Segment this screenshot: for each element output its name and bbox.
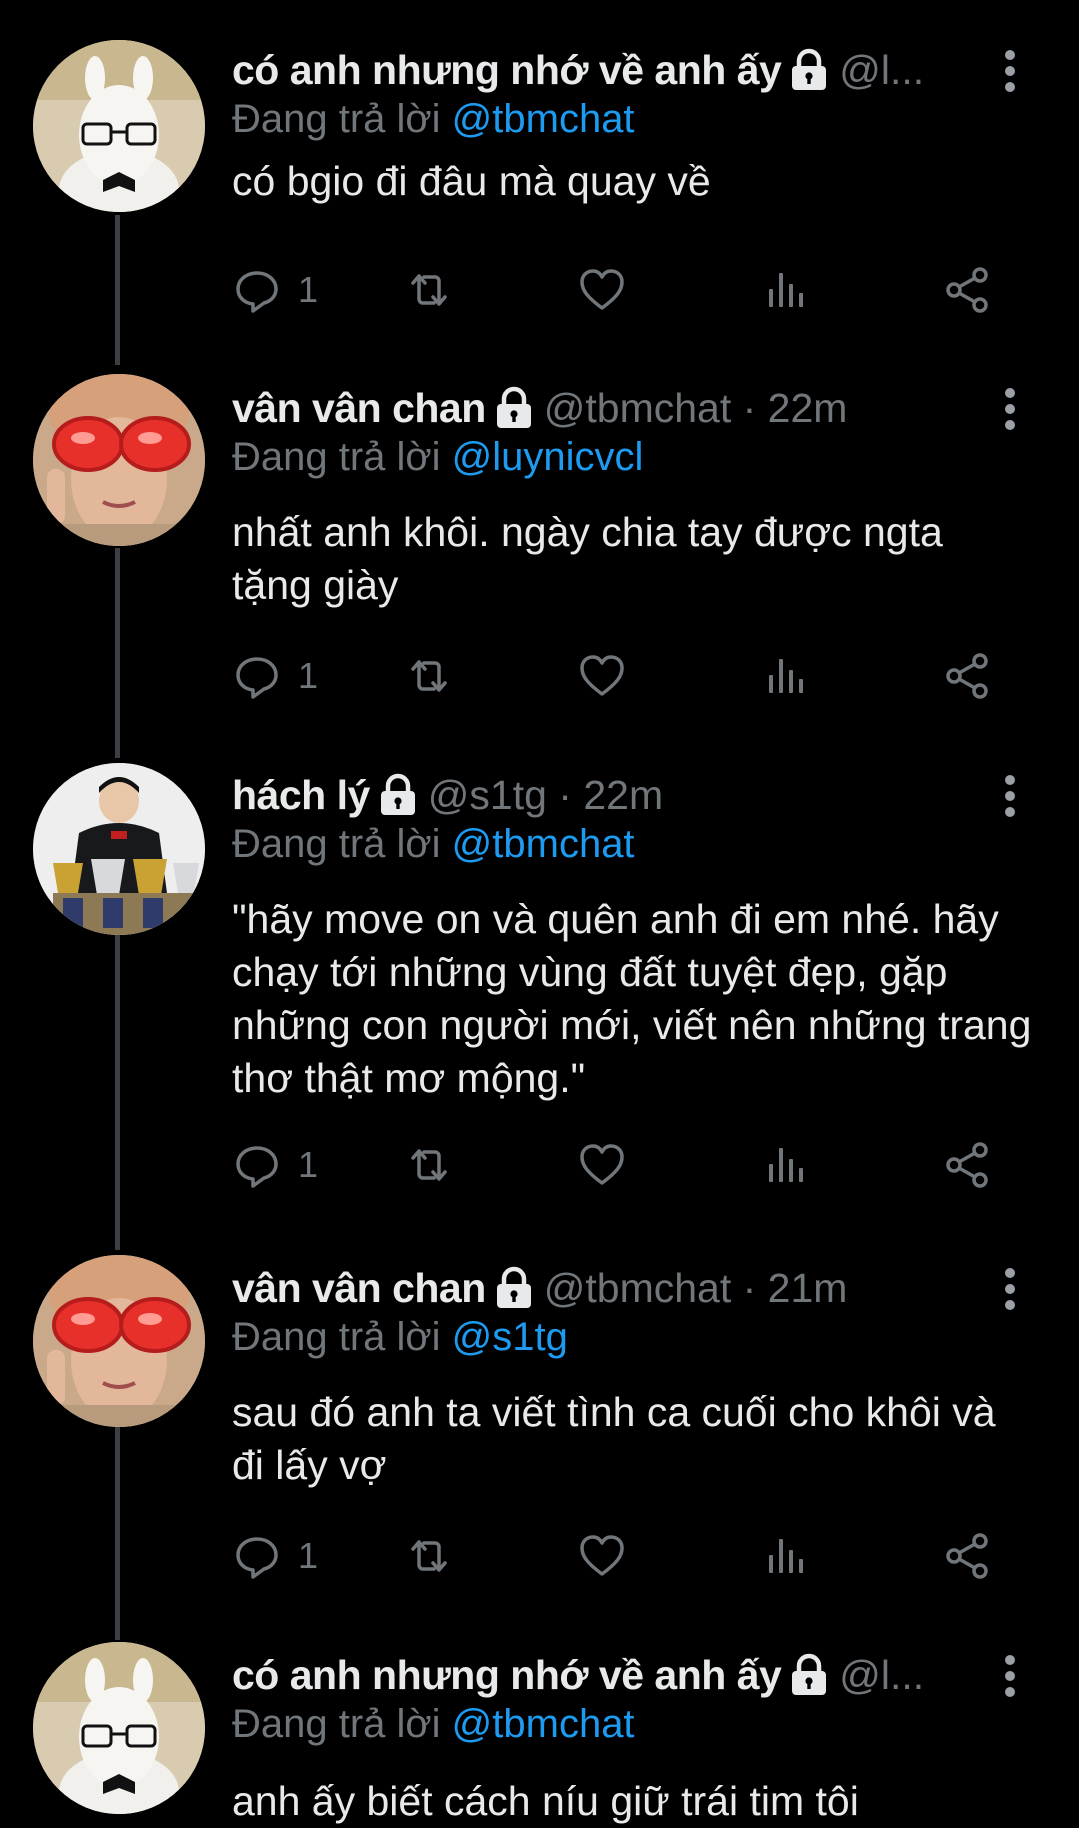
alpaca-avatar[interactable] — [33, 1642, 205, 1814]
heart-icon — [577, 1531, 627, 1581]
more-vertical-icon[interactable] — [995, 48, 1025, 94]
like-button[interactable] — [577, 1526, 627, 1586]
heart-icon — [577, 265, 627, 315]
thread-line — [115, 548, 120, 758]
retweet-icon — [404, 1140, 454, 1190]
red-glasses-avatar[interactable] — [33, 1255, 205, 1427]
reply-count: 1 — [298, 655, 319, 696]
lock-icon — [378, 773, 418, 817]
share-button[interactable] — [942, 260, 992, 320]
heart-icon — [577, 1140, 627, 1190]
lock-icon — [789, 48, 829, 92]
views-button[interactable] — [762, 260, 812, 320]
heart-icon — [577, 651, 627, 701]
tweet-text: có bgio đi đâu mà quay về — [232, 158, 711, 204]
more-vertical-icon[interactable] — [995, 1653, 1025, 1699]
reply-icon — [232, 1531, 282, 1581]
reply-icon — [232, 265, 282, 315]
tweet-text: nhất anh khôi. ngày chia tay được ngta t… — [232, 509, 943, 608]
more-vertical-icon[interactable] — [995, 1266, 1025, 1312]
reply-button[interactable]: 1 — [232, 1526, 318, 1586]
mention-link[interactable]: @tbmchat — [452, 822, 635, 866]
views-button[interactable] — [762, 1526, 812, 1586]
handle[interactable]: @l... — [839, 40, 924, 100]
red-glasses-avatar[interactable] — [33, 374, 205, 546]
share-icon — [942, 1531, 992, 1581]
lock-icon — [494, 386, 534, 430]
thread-line — [115, 215, 120, 365]
retweet-button[interactable] — [404, 260, 454, 320]
handle[interactable]: @l... — [839, 1645, 924, 1705]
share-button[interactable] — [942, 646, 992, 706]
lock-icon — [789, 1653, 829, 1697]
reply-context: Đang trả lời @luynicvcl — [232, 428, 643, 486]
reply-count: 1 — [298, 1144, 319, 1185]
reply-context: Đang trả lời @tbmchat — [232, 1695, 635, 1753]
views-icon — [762, 1140, 812, 1190]
reply-prefix: Đang trả lời — [232, 1315, 452, 1359]
like-button[interactable] — [577, 260, 627, 320]
reply-prefix: Đang trả lời — [232, 435, 452, 479]
mention-link[interactable]: @tbmchat — [452, 97, 635, 141]
trophies-avatar[interactable] — [33, 763, 205, 935]
lock-icon — [494, 1266, 534, 1310]
retweet-icon — [404, 1531, 454, 1581]
reply-prefix: Đang trả lời — [232, 97, 452, 141]
retweet-icon — [404, 651, 454, 701]
reply-context: Đang trả lời @tbmchat — [232, 815, 635, 873]
views-icon — [762, 265, 812, 315]
retweet-button[interactable] — [404, 646, 454, 706]
views-icon — [762, 651, 812, 701]
tweet-text: "hãy move on và quên anh đi em nhé. hãy … — [232, 896, 1032, 1101]
reply-icon — [232, 1140, 282, 1190]
thread-line — [115, 935, 120, 1250]
mention-link[interactable]: @s1tg — [452, 1315, 568, 1359]
reply-icon — [232, 651, 282, 701]
views-button[interactable] — [762, 1135, 812, 1195]
reply-count: 1 — [298, 269, 319, 310]
like-button[interactable] — [577, 1135, 627, 1195]
mention-link[interactable]: @tbmchat — [452, 1702, 635, 1746]
share-icon — [942, 265, 992, 315]
reply-count: 1 — [298, 1535, 319, 1576]
reply-button[interactable]: 1 — [232, 646, 318, 706]
retweet-icon — [404, 265, 454, 315]
share-icon — [942, 651, 992, 701]
views-icon — [762, 1531, 812, 1581]
reply-button[interactable]: 1 — [232, 1135, 318, 1195]
more-vertical-icon[interactable] — [995, 386, 1025, 432]
action-bar: 1 — [232, 260, 1012, 320]
share-icon — [942, 1140, 992, 1190]
views-button[interactable] — [762, 646, 812, 706]
alpaca-avatar[interactable] — [33, 40, 205, 212]
thread-line — [115, 1425, 120, 1640]
retweet-button[interactable] — [404, 1526, 454, 1586]
reply-context: Đang trả lời @tbmchat — [232, 90, 635, 148]
action-bar: 1 — [232, 1526, 1012, 1586]
mention-link[interactable]: @luynicvcl — [452, 435, 644, 479]
tweet-text: anh ấy biết cách níu giữ trái tim tôi — [232, 1778, 859, 1824]
reply-prefix: Đang trả lời — [232, 822, 452, 866]
action-bar: 1 — [232, 646, 1012, 706]
reply-context: Đang trả lời @s1tg — [232, 1308, 568, 1366]
reply-prefix: Đang trả lời — [232, 1702, 452, 1746]
action-bar: 1 — [232, 1135, 1012, 1195]
handle[interactable]: @tbmchat · 21m — [544, 1258, 848, 1318]
share-button[interactable] — [942, 1135, 992, 1195]
like-button[interactable] — [577, 646, 627, 706]
share-button[interactable] — [942, 1526, 992, 1586]
tweet-text: sau đó anh ta viết tình ca cuối cho khôi… — [232, 1389, 996, 1488]
reply-button[interactable]: 1 — [232, 260, 318, 320]
retweet-button[interactable] — [404, 1135, 454, 1195]
more-vertical-icon[interactable] — [995, 773, 1025, 819]
